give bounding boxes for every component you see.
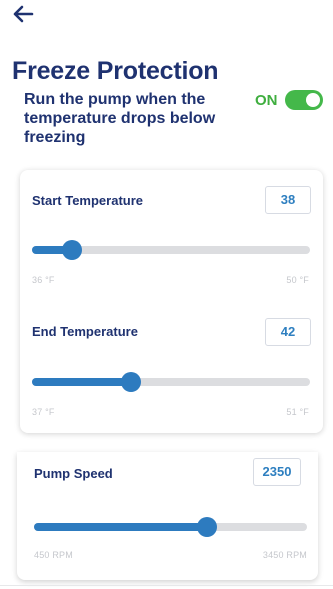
- pump-speed-label: Pump Speed: [34, 466, 113, 481]
- pump-speed-card: Pump Speed 2350 450 RPM 3450 RPM: [17, 452, 318, 580]
- start-temperature-min: 36 °F: [32, 275, 55, 285]
- page-title: Freeze Protection: [12, 57, 219, 85]
- pump-speed-value[interactable]: 2350: [253, 458, 301, 486]
- end-temperature-min: 37 °F: [32, 407, 55, 417]
- freeze-protection-toggle[interactable]: ON: [255, 90, 323, 110]
- pump-speed-thumb[interactable]: [196, 517, 217, 537]
- pump-speed-fill: [34, 523, 207, 531]
- pump-speed-min: 450 RPM: [34, 550, 73, 560]
- back-button[interactable]: [10, 3, 36, 25]
- end-temperature-slider[interactable]: [32, 372, 310, 392]
- arrow-left-icon: [13, 5, 34, 23]
- start-temperature-thumb[interactable]: [61, 240, 82, 260]
- start-temperature-label: Start Temperature: [32, 193, 144, 208]
- bottom-divider: [0, 585, 333, 586]
- start-temperature-slider[interactable]: [32, 240, 310, 260]
- toggle-switch[interactable]: [284, 90, 323, 110]
- toggle-knob: [305, 93, 320, 107]
- page-description: Run the pump when the temperature drops …: [24, 91, 216, 146]
- pump-speed-max: 3450 RPM: [262, 550, 307, 560]
- end-temperature-fill: [32, 378, 132, 386]
- end-temperature-value[interactable]: 42: [265, 318, 311, 346]
- start-temperature-max: 50 °F: [286, 275, 309, 285]
- pump-speed-slider[interactable]: [34, 517, 307, 537]
- end-temperature-label: End Temperature: [32, 324, 138, 339]
- start-temperature-value[interactable]: 38: [265, 186, 311, 214]
- toggle-label: ON: [255, 91, 278, 109]
- temperature-card: Start Temperature 38 36 °F 50 °F End Tem…: [20, 170, 323, 433]
- end-temperature-max: 51 °F: [286, 407, 309, 417]
- end-temperature-thumb[interactable]: [121, 372, 142, 392]
